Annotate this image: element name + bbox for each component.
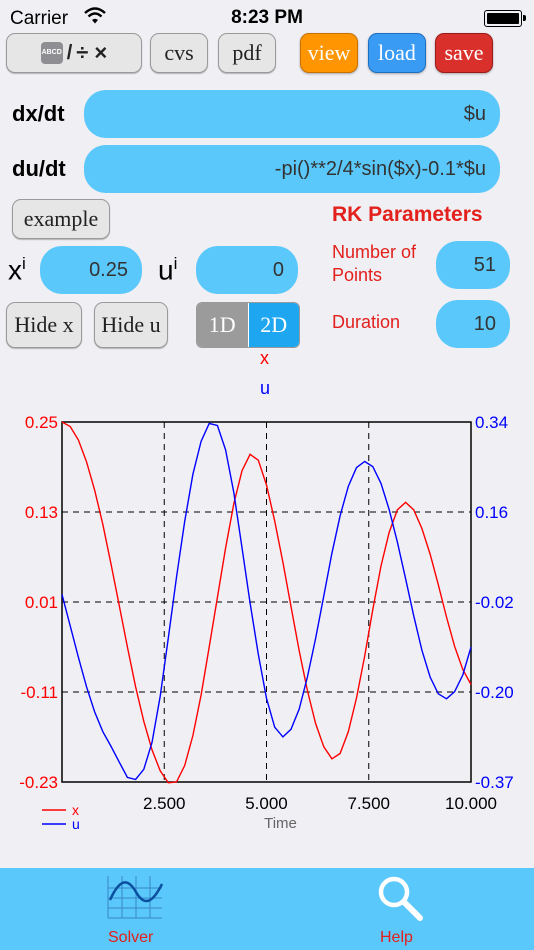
x-axis-label: Time <box>264 815 297 832</box>
hide-x-button[interactable]: Hide x <box>6 302 82 348</box>
y-left-tick-label: 0.01 <box>25 593 58 612</box>
x-tick-label: 10.000 <box>445 794 497 813</box>
load-button[interactable]: load <box>368 33 426 73</box>
segment-1d[interactable]: 1D <box>197 303 249 347</box>
segment-2d[interactable]: 2D <box>248 303 299 347</box>
hide-u-button[interactable]: Hide u <box>94 302 168 348</box>
y-right-tick-label: 0.16 <box>475 503 508 522</box>
magnifier-icon <box>378 876 423 921</box>
tab-help-label: Help <box>380 929 413 946</box>
status-bar: Carrier 8:23 PM <box>0 0 534 36</box>
y-left-tick-label: 0.13 <box>25 503 58 522</box>
u-initial-field[interactable]: 0 <box>196 246 298 294</box>
keyboard-toggle-button[interactable]: ABCD / ÷ × <box>6 33 142 73</box>
tab-bar: Solver Help <box>0 868 534 950</box>
tab-help[interactable]: Help <box>362 868 438 950</box>
y-right-tick-label: 0.34 <box>475 413 508 432</box>
battery-icon <box>484 10 526 27</box>
save-button[interactable]: save <box>435 33 493 73</box>
dimension-segmented-control: 1D 2D <box>196 302 300 348</box>
duration-field[interactable]: 10 <box>436 300 510 348</box>
operator-glyphs: ÷ × <box>76 40 108 65</box>
plot-title-u: u <box>260 378 271 398</box>
dxdt-field[interactable]: $u <box>84 90 500 138</box>
plot-title-x: x <box>260 348 269 368</box>
y-right-tick-label: -0.02 <box>475 593 514 612</box>
x-initial-label: xi <box>8 254 26 286</box>
dudt-label: du/dt <box>12 156 66 181</box>
tab-solver-label: Solver <box>108 929 154 946</box>
duration-label: Duration <box>332 312 401 332</box>
dxdt-label: dx/dt <box>12 101 65 126</box>
y-right-tick-label: -0.20 <box>475 683 514 702</box>
number-of-points-label: Number of Points <box>332 242 417 285</box>
pdf-button[interactable]: pdf <box>218 33 276 73</box>
x-tick-label: 2.500 <box>143 794 186 813</box>
keyboard-icon: ABCD <box>40 42 63 64</box>
y-left-tick-label: -0.23 <box>19 773 58 792</box>
cvs-button[interactable]: cvs <box>150 33 208 73</box>
tab-solver[interactable]: Solver <box>92 868 176 950</box>
y-left-tick-label: -0.11 <box>21 683 59 702</box>
x-tick-label: 5.000 <box>245 794 288 813</box>
example-button[interactable]: example <box>12 199 110 239</box>
solver-icon <box>107 876 164 919</box>
solution-chart: 0.25 0.13 0.01 -0.11 -0.23 0.34 0.16 -0.02 -0.20… <box>19 413 514 832</box>
view-button[interactable]: view <box>300 33 358 73</box>
y-right-tick-label: -0.37 <box>475 773 514 792</box>
number-of-points-field[interactable]: 51 <box>436 241 510 289</box>
x-initial-field[interactable]: 0.25 <box>40 246 142 294</box>
x-tick-label: 7.500 <box>347 794 390 813</box>
clock: 8:23 PM <box>231 7 303 28</box>
dudt-field[interactable]: -pi()**2/4*sin($x)-0.1*$u <box>84 145 500 193</box>
legend-label-u: u <box>72 816 80 832</box>
y-left-tick-label: 0.25 <box>25 413 58 432</box>
rk-parameters-title: RK Parameters <box>332 203 483 226</box>
u-initial-label: ui <box>158 254 178 286</box>
